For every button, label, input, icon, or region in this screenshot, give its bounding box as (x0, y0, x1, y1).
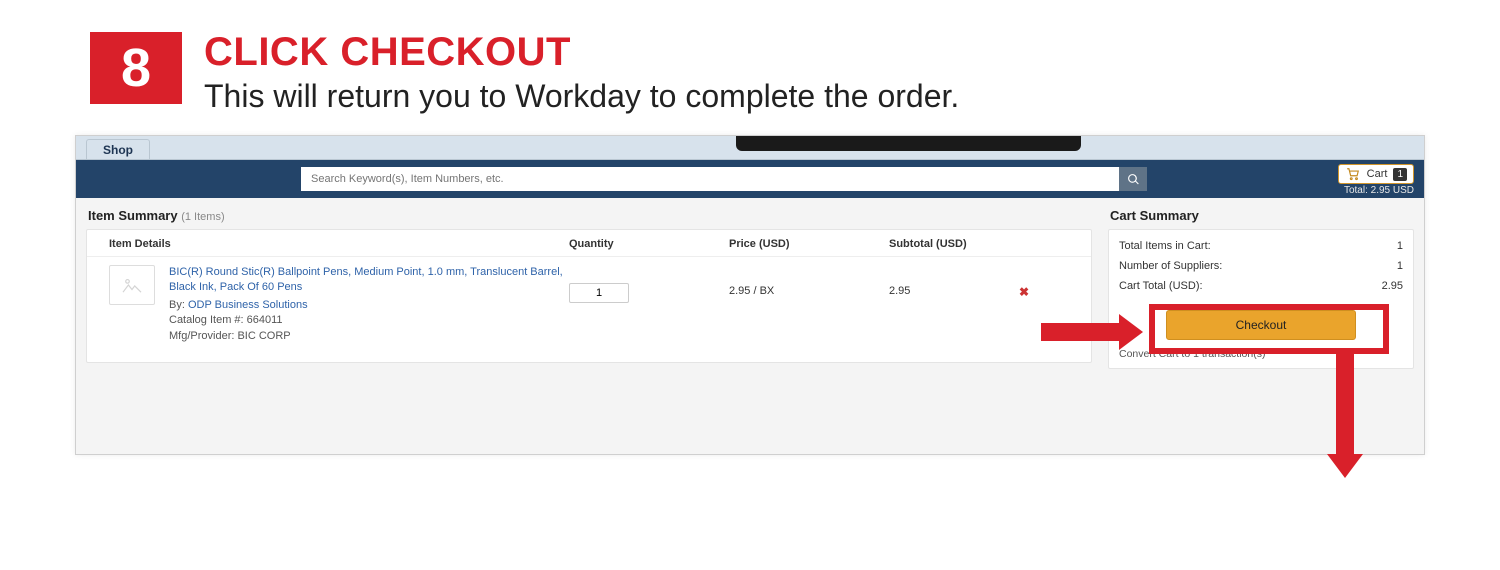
cart-summary-section: Cart Summary Total Items in Cart: 1 Numb… (1102, 198, 1424, 454)
remove-item-button[interactable]: ✖ (1019, 265, 1049, 344)
item-summary-section: Item Summary (1 Items) Item Details Quan… (76, 198, 1102, 454)
summary-row-suppliers: Number of Suppliers: 1 (1119, 256, 1403, 276)
summary-row-total: Cart Total (USD): 2.95 (1119, 276, 1403, 296)
image-placeholder-icon (121, 276, 143, 294)
item-mfg: Mfg/Provider: BIC CORP (169, 329, 569, 344)
search-button[interactable] (1119, 167, 1147, 191)
browser-notch (736, 136, 1081, 151)
supplier-link[interactable]: ODP Business Solutions (188, 299, 308, 311)
summary-items-value: 1 (1397, 240, 1403, 252)
cart-icon (1345, 167, 1361, 181)
item-supplier-line: By: ODP Business Solutions (169, 298, 569, 313)
step-header: 8 CLICK CHECKOUT This will return you to… (0, 0, 1500, 135)
col-head-price: Price (USD) (729, 238, 889, 250)
item-subtotal: 2.95 (889, 265, 1019, 344)
col-head-details: Item Details (109, 238, 569, 250)
cart-total-text: Total: 2.95 USD (1344, 185, 1414, 196)
item-details: BIC(R) Round Stic(R) Ballpoint Pens, Med… (169, 265, 569, 344)
item-summary-title: Item Summary (1 Items) (86, 204, 1092, 229)
item-summary-title-text: Item Summary (88, 208, 178, 223)
summary-row-items: Total Items in Cart: 1 (1119, 236, 1403, 256)
item-price: 2.95 / BX (729, 265, 889, 344)
col-head-subtotal: Subtotal (USD) (889, 238, 1019, 250)
cart-label: Cart (1367, 168, 1388, 180)
content-area: Item Summary (1 Items) Item Details Quan… (76, 198, 1424, 454)
summary-suppliers-label: Number of Suppliers: (1119, 260, 1222, 272)
quantity-input[interactable] (569, 283, 629, 303)
step-subtitle: This will return you to Workday to compl… (204, 78, 959, 115)
item-thumbnail (109, 265, 155, 305)
item-summary-count: (1 Items) (181, 211, 224, 223)
item-panel: Item Details Quantity Price (USD) Subtot… (86, 229, 1092, 363)
col-head-qty: Quantity (569, 238, 729, 250)
summary-items-label: Total Items in Cart: (1119, 240, 1211, 252)
tab-shop[interactable]: Shop (86, 139, 150, 159)
step-number-badge: 8 (90, 32, 182, 104)
cart-summary-title-text: Cart Summary (1110, 208, 1199, 223)
checkout-button[interactable]: Checkout (1166, 310, 1356, 340)
summary-total-value: 2.95 (1382, 280, 1403, 292)
by-prefix: By: (169, 299, 188, 311)
item-name-link[interactable]: BIC(R) Round Stic(R) Ballpoint Pens, Med… (169, 265, 569, 296)
search-icon (1127, 173, 1140, 186)
convert-note: Convert Cart to 1 transaction(s) (1109, 348, 1413, 368)
search-input[interactable] (301, 167, 1119, 191)
app-frame: Shop Cart 1 Total: 2.95 USD Item Summary… (75, 135, 1425, 455)
item-table-header: Item Details Quantity Price (USD) Subtot… (87, 230, 1091, 257)
summary-list: Total Items in Cart: 1 Number of Supplie… (1109, 230, 1413, 304)
step-text: CLICK CHECKOUT This will return you to W… (204, 32, 959, 115)
cart-indicator[interactable]: Cart 1 (1338, 164, 1414, 184)
item-row: BIC(R) Round Stic(R) Ballpoint Pens, Med… (87, 257, 1091, 362)
cart-summary-title: Cart Summary (1108, 204, 1414, 229)
cart-summary-panel: Total Items in Cart: 1 Number of Supplie… (1108, 229, 1414, 369)
step-title: CLICK CHECKOUT (204, 32, 959, 72)
summary-total-label: Cart Total (USD): (1119, 280, 1203, 292)
search-bar: Cart 1 Total: 2.95 USD (76, 160, 1424, 198)
summary-suppliers-value: 1 (1397, 260, 1403, 272)
cart-count-badge: 1 (1393, 168, 1407, 181)
item-catalog: Catalog Item #: 664011 (169, 313, 569, 328)
